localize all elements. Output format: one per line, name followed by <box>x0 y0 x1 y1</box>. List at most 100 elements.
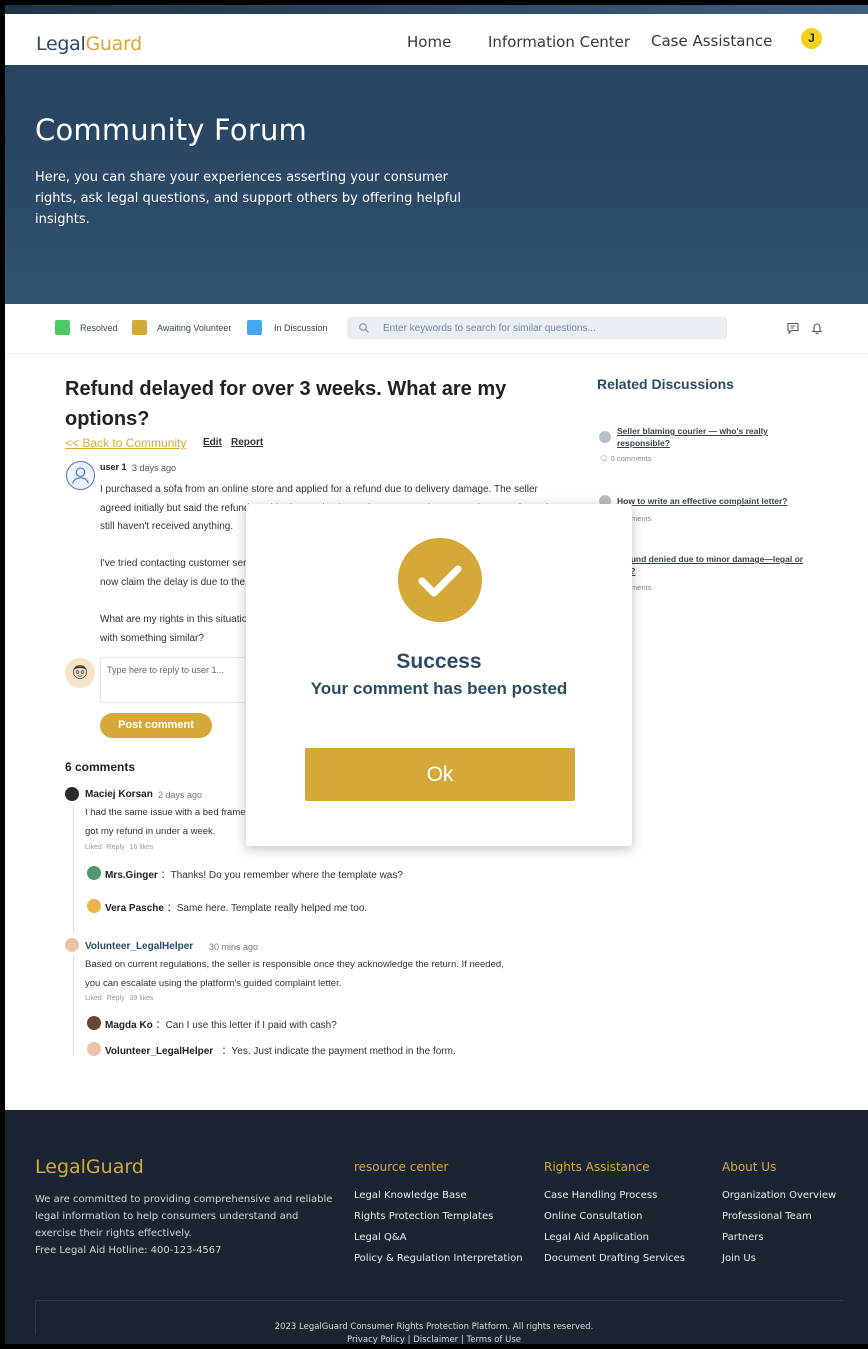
footer-column-title: resource center <box>354 1160 449 1174</box>
message-icon[interactable] <box>786 321 800 335</box>
resolved-legend-swatch[interactable] <box>55 320 70 335</box>
footer-description: We are committed to providing comprehens… <box>35 1191 335 1259</box>
nav-home[interactable]: Home <box>407 33 451 51</box>
footer-link[interactable]: Legal Knowledge Base <box>354 1190 466 1201</box>
post-author-avatar[interactable] <box>66 461 95 490</box>
awaiting-legend-label[interactable]: Awaiting Volunteer <box>157 323 231 333</box>
back-to-community-link[interactable]: << Back to Community <box>65 436 186 450</box>
related-meta: 🗨 0 comments <box>599 454 652 463</box>
discussion-legend-label[interactable]: In Discussion <box>274 323 328 333</box>
comment-author[interactable]: Maciej Korsan <box>85 789 153 800</box>
post-title: Refund delayed for over 3 weeks. What ar… <box>65 378 507 430</box>
footer-legal-links: Privacy Policy | Disclaimer | Terms of U… <box>5 1335 868 1344</box>
related-discussion-link[interactable]: Refund denied due to minor damage—legal … <box>617 553 807 577</box>
comment-author[interactable]: Volunteer_LegalHelper <box>85 941 193 952</box>
post-comment-button[interactable]: Post comment <box>100 713 212 738</box>
resolved-legend-label[interactable]: Resolved <box>80 323 118 333</box>
sub-reply-author[interactable]: Volunteer_LegalHelper <box>105 1046 213 1057</box>
search-input[interactable] <box>383 320 713 336</box>
nav-information-center[interactable]: Information Center <box>488 33 630 51</box>
comment-text: Based on current regulations, the seller… <box>85 959 504 989</box>
page-title: Community Forum <box>35 113 308 147</box>
comment-avatar[interactable] <box>65 787 79 801</box>
footer: LegalGuard We are committed to providing… <box>5 1110 868 1344</box>
footer-link[interactable]: Legal Aid Application <box>544 1232 649 1243</box>
thread-line <box>73 955 74 1055</box>
like-button[interactable]: Liked <box>85 995 102 1002</box>
post-timestamp: 3 days ago <box>132 463 177 473</box>
privacy-policy-link[interactable]: Privacy Policy <box>347 1335 405 1344</box>
footer-copyright: 2023 LegalGuard Consumer Rights Protecti… <box>274 1322 594 1332</box>
report-link[interactable]: Report <box>231 437 263 448</box>
sub-reply-separator: ： <box>166 903 177 914</box>
related-discussion-link[interactable]: Seller blaming courier — who's really re… <box>617 425 787 449</box>
checkmark-icon <box>398 538 482 622</box>
nav-case-assistance[interactable]: Case Assistance <box>651 32 772 50</box>
comment-time: 2 days ago <box>158 790 203 800</box>
hero-description: Here, you can share your experiences ass… <box>35 170 462 227</box>
sub-reply-text: Can I use this letter if I paid with cas… <box>165 1020 337 1031</box>
reply-button[interactable]: Reply <box>107 844 125 851</box>
like-button[interactable]: Liked <box>85 844 102 851</box>
comments-count: 6 comments <box>65 760 136 774</box>
sub-reply-text: Yes. Just indicate the payment method in… <box>231 1046 456 1057</box>
logo[interactable]: LegalGuard <box>36 33 142 55</box>
reply-avatar[interactable] <box>87 1016 101 1030</box>
related-discussion-link[interactable]: How to write an effective complaint lett… <box>617 495 817 507</box>
hero-banner: Community Forum Here, you can share your… <box>5 65 868 304</box>
sub-reply-author[interactable]: Magda Ko <box>105 1020 153 1031</box>
footer-link[interactable]: Rights Protection Templates <box>354 1211 493 1222</box>
sub-reply-separator: ： <box>160 870 171 881</box>
footer-divider <box>35 1300 843 1301</box>
reply-avatar[interactable] <box>87 899 101 913</box>
modal-title: Success <box>396 650 482 673</box>
footer-link[interactable]: Policy & Regulation Interpretation <box>354 1253 523 1264</box>
footer-link[interactable]: Document Drafting Services <box>544 1253 685 1264</box>
success-modal: Success Your comment has been posted Ok <box>246 504 632 846</box>
filter-bar: Resolved Awaiting Volunteer In Discussio… <box>5 304 868 354</box>
footer-link[interactable]: Partners <box>722 1232 764 1243</box>
discussion-legend-swatch[interactable] <box>247 320 262 335</box>
sub-reply: Magda Ko ：Can I use this letter if I pai… <box>105 1016 337 1031</box>
search-icon <box>359 323 369 333</box>
sub-reply: Vera Pasche ：Same here. Template really … <box>105 899 367 914</box>
sub-reply-separator: ： <box>221 1046 232 1057</box>
sub-reply-author[interactable]: Vera Pasche <box>105 903 164 914</box>
footer-column-title: Rights Assistance <box>544 1160 650 1174</box>
logo-main: Legal <box>36 33 86 55</box>
footer-logo[interactable]: LegalGuard <box>35 1156 144 1178</box>
user-avatar-button[interactable]: J <box>801 28 822 49</box>
sub-reply-separator: ： <box>155 1020 166 1031</box>
comment-avatar[interactable] <box>65 938 79 952</box>
footer-link[interactable]: Join Us <box>722 1253 756 1264</box>
current-user-avatar <box>65 658 95 688</box>
modal-message: Your comment has been posted <box>310 679 568 698</box>
footer-mission: We are committed to providing comprehens… <box>35 1194 333 1239</box>
sub-reply-text: Thanks! Do you remember where the templa… <box>170 870 403 881</box>
awaiting-legend-swatch[interactable] <box>132 320 147 335</box>
logo-accent: Guard <box>85 33 142 55</box>
likes-count: 39 likes <box>129 995 154 1002</box>
bell-icon[interactable] <box>810 321 824 335</box>
related-discussions-title: Related Discussions <box>597 376 734 392</box>
ok-button[interactable]: Ok <box>305 748 575 801</box>
comment-actions: Liked Reply 39 likes <box>85 995 158 1002</box>
footer-hotline: Free Legal Aid Hotline: 400-123-4567 <box>35 1245 222 1256</box>
terms-of-use-link[interactable]: Terms of Use <box>466 1335 521 1344</box>
reply-avatar[interactable] <box>87 1042 101 1056</box>
footer-link[interactable]: Legal Q&A <box>354 1232 407 1243</box>
sub-reply-text: Same here. Template really helped me too… <box>176 903 368 914</box>
footer-link[interactable]: Organization Overview <box>722 1190 836 1201</box>
reply-button[interactable]: Reply <box>107 995 125 1002</box>
sub-reply: Volunteer_LegalHelper ：Yes. Just indicat… <box>105 1042 456 1057</box>
edit-link[interactable]: Edit <box>203 437 222 448</box>
disclaimer-link[interactable]: Disclaimer <box>413 1335 458 1344</box>
sub-reply-author[interactable]: Mrs.Ginger <box>105 870 158 881</box>
footer-link[interactable]: Online Consultation <box>544 1211 642 1222</box>
footer-link[interactable]: Professional Team <box>722 1211 812 1222</box>
search-bar <box>347 317 727 339</box>
reply-avatar[interactable] <box>87 866 101 880</box>
post-author-name[interactable]: user 1 <box>100 462 127 472</box>
footer-link[interactable]: Case Handling Process <box>544 1190 657 1201</box>
footer-column-title: About Us <box>722 1160 777 1174</box>
